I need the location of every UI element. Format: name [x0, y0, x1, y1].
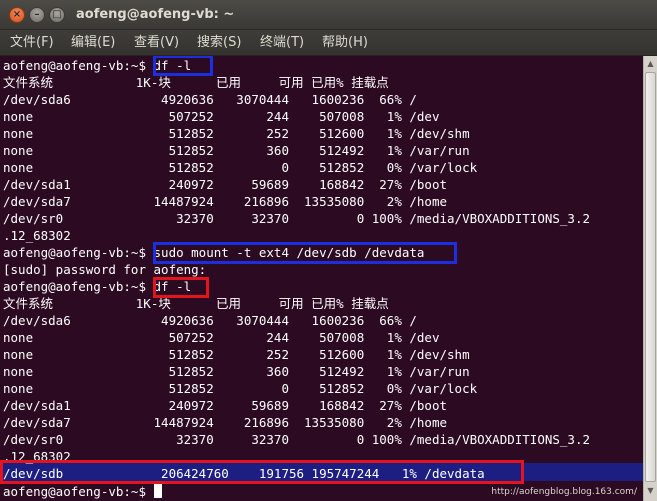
vertical-scrollbar[interactable]: ▲ ▼ [643, 56, 657, 501]
terminal-line: 文件系统 1K-块 已用 可用 已用% 挂载点 [3, 75, 389, 90]
terminal-line: /dev/sda6 4920636 3070444 1600236 66% / [3, 313, 417, 328]
terminal-line: /dev/sda1 240972 59689 168842 27% /boot [3, 398, 448, 413]
terminal-line: /dev/sda6 4920636 3070444 1600236 66% / [3, 92, 417, 107]
terminal-line: none 507252 244 507008 1% /dev [3, 109, 440, 124]
terminal-line: none 512852 0 512852 0% /var/lock [3, 381, 478, 396]
minimize-icon: – [34, 9, 40, 20]
highlight-box-devdata-row [0, 460, 524, 484]
terminal-line: none 512852 360 512492 1% /var/run [3, 143, 470, 158]
terminal-line: .12_68302 [3, 228, 71, 243]
minimize-button[interactable]: – [29, 7, 45, 23]
menu-terminal[interactable]: 终端(T) [260, 35, 304, 51]
scrollbar-thumb[interactable] [645, 72, 656, 482]
terminal-line: none 512852 360 512492 1% /var/run [3, 364, 470, 379]
terminal-line: none 512852 252 512600 1% /dev/shm [3, 347, 470, 362]
terminal-area[interactable]: aofeng@aofeng-vb:~$ df -l 文件系统 1K-块 已用 可… [0, 56, 643, 501]
menu-help[interactable]: 帮助(H) [322, 35, 368, 51]
terminal-line: /dev/sr0 32370 32370 0 100% /media/VBOXA… [3, 211, 590, 226]
maximize-button[interactable]: □ [49, 7, 65, 23]
menu-view[interactable]: 查看(V) [134, 35, 179, 51]
terminal-line: none 512852 252 512600 1% /dev/shm [3, 126, 470, 141]
terminal-line: /dev/sr0 32370 32370 0 100% /media/VBOXA… [3, 432, 590, 447]
watermark: http://aofengblog.blog.163.com/ [491, 487, 637, 497]
terminal-line: /dev/sda7 14487924 216896 13535080 2% /h… [3, 194, 448, 209]
menu-edit[interactable]: 编辑(E) [71, 35, 115, 51]
terminal-line: none 507252 244 507008 1% /dev [3, 330, 440, 345]
maximize-icon: □ [52, 9, 62, 20]
highlight-box-df-command-second [153, 277, 209, 298]
terminal-prompt-line[interactable]: aofeng@aofeng-vb:~$ [3, 483, 162, 500]
highlight-box-df-command [153, 56, 213, 76]
terminal-line: /dev/sda1 240972 59689 168842 27% /boot [3, 177, 448, 192]
title-bar: × – □ aofeng@aofeng-vb: ~ [0, 0, 657, 30]
close-button[interactable]: × [9, 7, 25, 23]
terminal-line: /dev/sda7 14487924 216896 13535080 2% /h… [3, 415, 448, 430]
window-title: aofeng@aofeng-vb: ~ [76, 7, 235, 22]
highlight-box-mount-command [153, 242, 457, 264]
terminal-prompt: aofeng@aofeng-vb:~$ [3, 484, 154, 499]
menu-search[interactable]: 搜索(S) [197, 35, 241, 51]
scroll-up-icon[interactable]: ▲ [645, 57, 656, 71]
menu-bar: 文件(F) 编辑(E) 查看(V) 搜索(S) 终端(T) 帮助(H) [0, 30, 657, 56]
close-icon: × [12, 9, 22, 20]
scroll-down-icon[interactable]: ▼ [645, 484, 656, 498]
menu-file[interactable]: 文件(F) [10, 35, 54, 51]
text-cursor [153, 484, 162, 498]
terminal-line: none 512852 0 512852 0% /var/lock [3, 160, 478, 175]
